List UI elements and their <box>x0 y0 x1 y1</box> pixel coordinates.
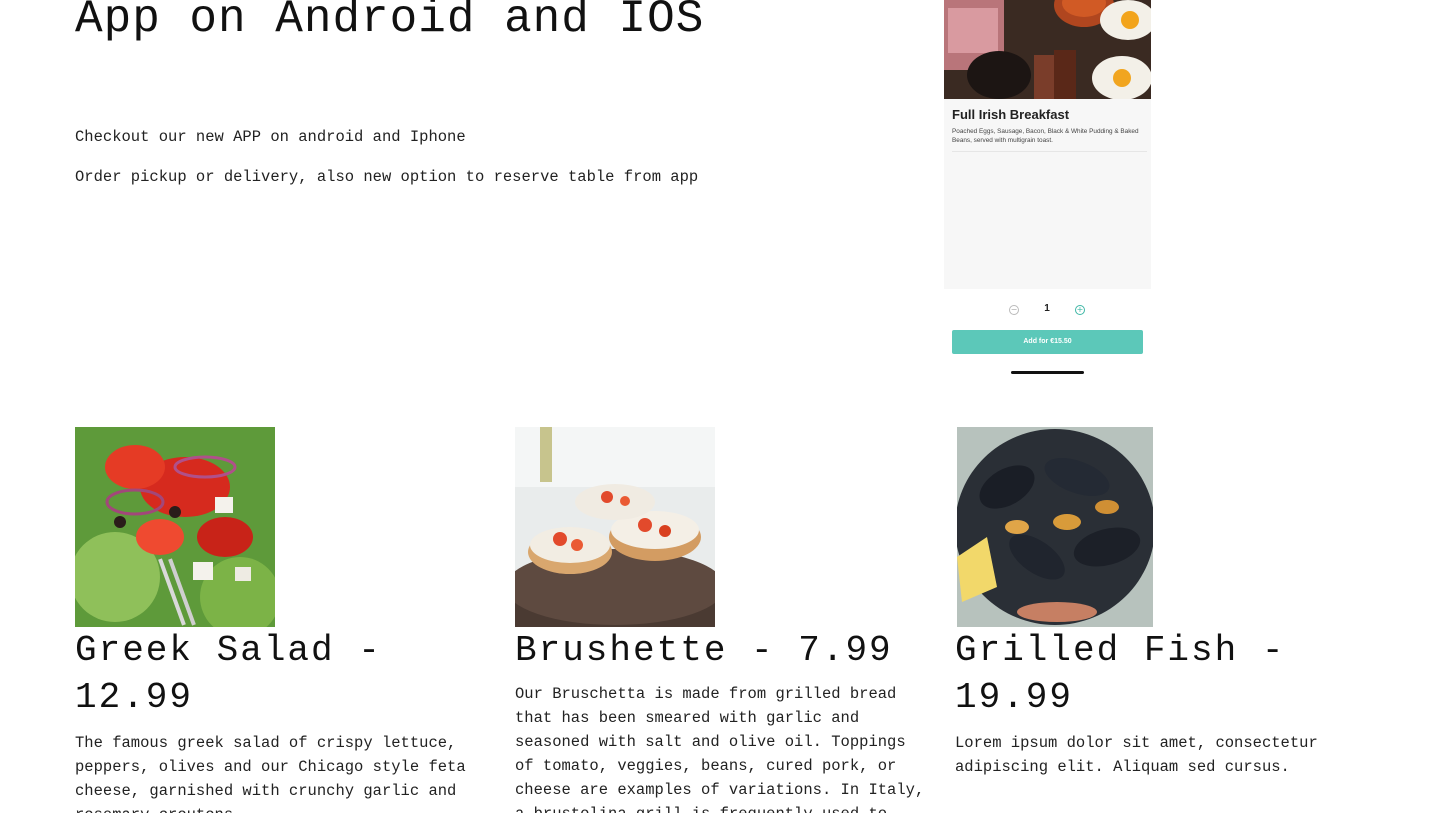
menu-item-description: Lorem ipsum dolor sit amet, consectetur … <box>955 734 1318 776</box>
menu-item-description: The famous greek salad of crispy lettuce… <box>75 734 466 813</box>
item-card: Full Irish Breakfast Poached Eggs, Sausa… <box>944 99 1151 289</box>
hero-title: App on Android and IOS <box>75 0 705 45</box>
menu-item-title: Greek Salad - 12.99 <box>75 630 382 718</box>
menu-item-title: Brushette - 7.99 <box>515 630 893 671</box>
mussels-photo <box>957 427 1153 627</box>
minus-icon: − <box>1009 305 1019 315</box>
app-screenshot: Full Irish Breakfast Poached Eggs, Sausa… <box>944 0 1151 380</box>
item-title: Full Irish Breakfast <box>952 107 1070 122</box>
menu-item-description: Our Bruschetta is made from grilled brea… <box>515 685 925 813</box>
quantity-value: 1 <box>1044 303 1050 314</box>
divider <box>952 151 1147 152</box>
hero-description: Order pickup or delivery, also new optio… <box>75 168 699 186</box>
add-to-order-button: Add for €15.50 <box>952 330 1143 354</box>
menu-item-greek-salad: Greek Salad - 12.99 The famous greek sal… <box>75 427 495 813</box>
menu-item-grilled-fish: Grilled Fish - 19.99 Lorem ipsum dolor s… <box>955 427 1375 779</box>
menu-item-title: Grilled Fish - 19.99 <box>955 630 1286 718</box>
home-indicator <box>1011 371 1084 374</box>
breakfast-photo <box>944 0 1151 99</box>
item-description: Poached Eggs, Sausage, Bacon, Black & Wh… <box>952 128 1139 144</box>
bruschetta-photo <box>515 427 715 627</box>
hero-subtitle: Checkout our new APP on android and Ipho… <box>75 128 466 146</box>
plus-icon: + <box>1075 305 1085 315</box>
menu-item-bruschetta: Brushette - 7.99 Our Bruschetta is made … <box>515 427 935 813</box>
greek-salad-photo <box>75 427 275 627</box>
quantity-stepper: − 1 + <box>944 302 1151 318</box>
